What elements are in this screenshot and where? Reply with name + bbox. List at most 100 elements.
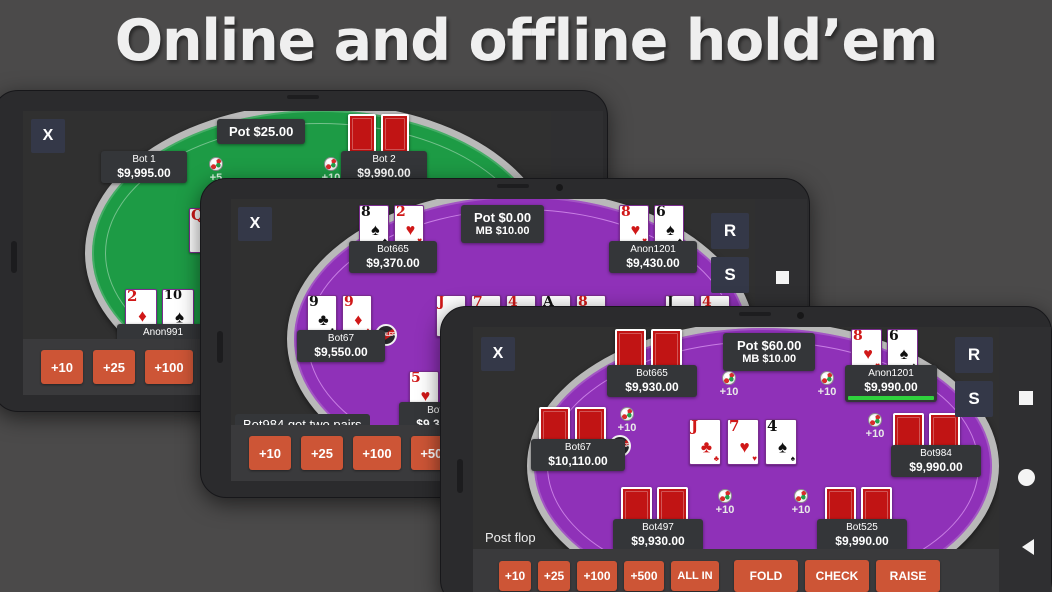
community-card-3: 4 ♠ ♠ (765, 419, 797, 465)
fold-button[interactable]: FOLD (734, 560, 798, 592)
card-rank: 6 (656, 205, 666, 220)
promo-screenshot: Online and offline hold’em X Pot $25.00 … (0, 0, 1052, 592)
card-rank: 8 (853, 329, 863, 344)
home-circle-icon-3[interactable] (1018, 469, 1035, 486)
player-stack: $9,430.00 (626, 255, 680, 270)
player-plate-bot497-3: Bot497 $9,930.00 (613, 519, 703, 551)
community-card-3: J ♣ ♣ (689, 419, 721, 465)
player-name: Anon991 (142, 327, 184, 338)
player-plate-bot984-3: Bot984 $9,990.00 (891, 445, 981, 477)
player-name: Bot67 (564, 442, 592, 453)
bet-button-plus25[interactable]: +25 (301, 436, 343, 470)
card-suit-large: ♠ (666, 221, 675, 239)
card-suit-small: ♣ (713, 454, 719, 463)
card-rank: 10 (164, 289, 183, 303)
pot-display-2: Pot $0.00 MB $10.00 (461, 205, 545, 244)
player-name: Bot525 (846, 522, 878, 533)
bet-button-plus100[interactable]: +100 (353, 436, 401, 470)
card-rank: J (438, 295, 445, 310)
bet-button-plus25[interactable]: +25 (93, 350, 135, 384)
player-plate-bot525-3: Bot525 $9,990.00 (817, 519, 907, 551)
close-button-3[interactable]: X (481, 337, 515, 371)
bet-amount: +10 (715, 504, 735, 516)
poker-chip-icon (209, 157, 223, 171)
pot-amount-3: Pot $60.00 (737, 338, 802, 353)
phone-3: X Pot $60.00 MB $10.00 Bot665 $9,930.00 … (440, 306, 1052, 592)
poker-chip-icon (718, 489, 732, 503)
card-rank: 4 (767, 419, 778, 435)
player-name: Bot 2 (372, 154, 396, 165)
rail-button-s-3[interactable]: S (955, 381, 993, 417)
phone-3-side-button (457, 459, 463, 493)
card-suit-large: ♠ (899, 346, 909, 364)
player-name: Bot984 (920, 448, 952, 459)
bet-button-plus100[interactable]: +100 (577, 561, 617, 591)
player-plate-bot67-3: Bot67 $10,110.00 (531, 439, 625, 471)
player-stack: $9,995.00 (117, 165, 171, 180)
player-stack: $10,110.00 (548, 453, 608, 468)
bet-button-plus10[interactable]: +10 (499, 561, 531, 591)
player-plate-bot67: Bot67 $9,550.00 (297, 330, 385, 362)
card-suit-large: ♦ (138, 306, 147, 326)
rail-button-s-2[interactable]: S (711, 257, 749, 293)
card-suit-small: ♠ (790, 454, 795, 463)
card-rank: 2 (127, 289, 138, 305)
player-name: Bot665 (377, 244, 409, 255)
bet-chips-3d: +10 (861, 413, 889, 440)
card-suit-large: ♥ (863, 346, 873, 364)
pot-display-1: Pot $25.00 (217, 119, 306, 145)
recents-square-icon-2[interactable] (776, 271, 789, 284)
player-name: Anon1201 (630, 244, 676, 255)
bet-button-plus10[interactable]: +10 (249, 436, 291, 470)
card-suit-large: ♣ (318, 311, 329, 329)
card-suit-large: ♥ (630, 221, 641, 239)
poker-chip-icon (820, 371, 834, 385)
player-name: Bot67 (327, 333, 355, 344)
card-back (381, 114, 409, 154)
bet-button-plus500[interactable]: +500 (624, 561, 664, 591)
card-rank: J (691, 419, 699, 435)
poker-chip-icon (324, 157, 338, 171)
card-rank: 7 (729, 419, 740, 435)
card-suit-large: ♥ (739, 437, 750, 457)
recents-square-icon-3[interactable] (1019, 391, 1033, 405)
bet-chips-3b: +10 (813, 371, 841, 398)
player-plate-anon1201: Anon1201 $9,430.00 (609, 241, 697, 273)
check-button[interactable]: CHECK (805, 560, 869, 592)
poker-chip-icon (794, 489, 808, 503)
back-triangle-icon-3[interactable] (1022, 539, 1034, 555)
bet-amount: +10 (865, 428, 885, 440)
pot-amount-2: Pot $0.00 (474, 210, 532, 225)
phone-2-side-button (217, 331, 223, 363)
raise-button[interactable]: RAISE (876, 560, 940, 592)
bet-button-plus25[interactable]: +25 (538, 561, 570, 591)
player-name: Bot497 (642, 522, 674, 533)
bet-amount: +10 (817, 386, 837, 398)
player-stack: $9,990.00 (909, 459, 963, 474)
bet-button-plus10[interactable]: +10 (41, 350, 83, 384)
bet-amount: +10 (791, 504, 811, 516)
poker-chip-icon (868, 413, 882, 427)
bet-amount: +10 (719, 386, 739, 398)
bet-chips-3a: +10 (715, 371, 743, 398)
card-rank: 5 (411, 371, 421, 386)
pot-display-3: Pot $60.00 MB $10.00 (723, 333, 816, 372)
rail-button-r-2[interactable]: R (711, 213, 749, 249)
turn-timer-bar (848, 395, 934, 400)
player-plate-anon1201-3: Anon1201 $9,990.00 (845, 365, 937, 402)
phone-1-speaker (287, 95, 319, 99)
poker-chip-icon (620, 407, 634, 421)
min-bet-3: MB $10.00 (742, 353, 797, 366)
card-back (348, 114, 376, 154)
close-button-2[interactable]: X (238, 207, 272, 241)
player-name: Anon1201 (868, 368, 914, 379)
bet-button-plus100[interactable]: +100 (145, 350, 193, 384)
player-plate-bot665: Bot665 $9,370.00 (349, 241, 437, 273)
action-bar-3: +10 +25 +100 +500 ALL IN FOLD CHECK RAIS… (473, 549, 999, 592)
min-bet-2: MB $10.00 (475, 225, 530, 238)
community-card-3: 7 ♥ ♥ (727, 419, 759, 465)
close-button-1[interactable]: X (31, 119, 65, 153)
player-plate-bot1: Bot 1 $9,995.00 (101, 151, 187, 183)
rail-button-r-3[interactable]: R (955, 337, 993, 373)
all-in-button[interactable]: ALL IN (671, 561, 719, 591)
